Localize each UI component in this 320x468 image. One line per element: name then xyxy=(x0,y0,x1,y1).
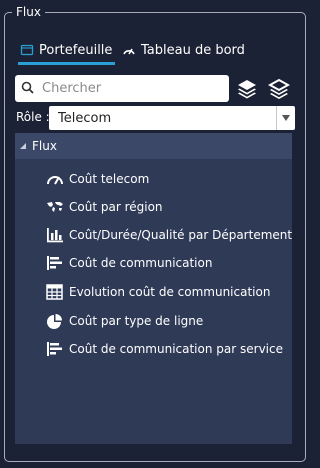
tab-tableau-label: Tableau de bord xyxy=(141,42,245,58)
search-box[interactable] xyxy=(15,75,229,102)
search-icon xyxy=(21,79,34,98)
expand-all-button[interactable] xyxy=(236,78,258,100)
role-label: Rôle : xyxy=(16,110,50,124)
tab-portefeuille[interactable]: Portefeuille xyxy=(20,36,112,64)
panel-title: Flux xyxy=(12,5,45,19)
tree-root-label: Flux xyxy=(32,139,57,153)
tree-item-cout-par-type-de-ligne[interactable]: Coût par type de ligne xyxy=(45,310,203,332)
search-input[interactable] xyxy=(42,81,222,96)
world-map-icon xyxy=(45,198,64,216)
layers-collapse-icon xyxy=(267,78,291,99)
chevron-down-icon[interactable] xyxy=(276,106,295,130)
tab-portefeuille-label: Portefeuille xyxy=(39,42,113,58)
horizontal-bar-chart-icon xyxy=(45,254,64,272)
layers-expand-icon xyxy=(238,80,256,99)
collapse-all-button[interactable] xyxy=(267,78,291,100)
tree-item-cout-par-service[interactable]: Coût de communication par service xyxy=(45,338,283,360)
tree-panel: Flux Coût telecom Coût par région Coût/D… xyxy=(15,133,292,444)
tab-tableau-de-bord[interactable]: Tableau de bord xyxy=(122,36,245,64)
tree-item-label: Coût de communication xyxy=(69,256,213,270)
pie-chart-icon xyxy=(45,312,64,330)
tree-item-label: Coût par type de ligne xyxy=(69,314,204,328)
gauge-icon xyxy=(122,44,136,56)
tree-item-cout-de-communication[interactable]: Coût de communication xyxy=(45,252,212,274)
caret-expanded-icon[interactable] xyxy=(20,143,26,149)
tree-item-label: Coût telecom xyxy=(69,172,150,186)
tree-item-label: Coût de communication par service xyxy=(69,342,283,356)
horizontal-bar-chart-icon xyxy=(45,340,64,358)
tree-item-cout-telecom[interactable]: Coût telecom xyxy=(45,168,149,190)
tree-item-evolution-cout[interactable]: Evolution coût de communication xyxy=(45,281,270,303)
gauge-icon xyxy=(45,170,64,188)
folder-icon xyxy=(20,43,34,57)
role-select[interactable]: Telecom xyxy=(49,106,295,130)
tree-root-flux[interactable]: Flux xyxy=(15,133,292,159)
table-icon xyxy=(45,283,64,301)
tree-item-cout-par-region[interactable]: Coût par région xyxy=(45,196,163,218)
tree-item-label: Coût par région xyxy=(69,200,163,214)
role-selected-value: Telecom xyxy=(58,110,112,126)
tree-item-label: Coût/Durée/Qualité par Département xyxy=(69,228,293,242)
tree-item-label: Evolution coût de communication xyxy=(69,285,271,299)
bar-chart-icon xyxy=(45,226,64,244)
active-tab-indicator xyxy=(18,62,115,65)
tree-item-cout-duree-qualite[interactable]: Coût/Durée/Qualité par Département xyxy=(45,224,292,246)
tab-bar: Portefeuille Tableau de bord xyxy=(18,36,298,66)
